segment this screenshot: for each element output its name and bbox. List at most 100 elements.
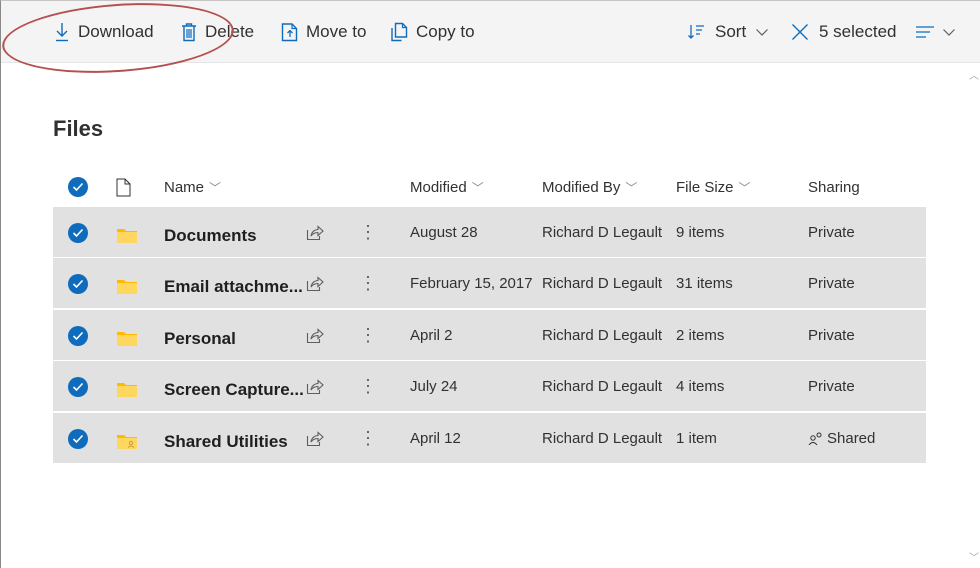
row-checkbox[interactable]	[68, 258, 88, 309]
column-header-name[interactable]: Name ﹀	[164, 176, 221, 198]
file-size: 2 items	[676, 327, 725, 344]
checkmark-icon	[68, 325, 88, 346]
row-checkbox[interactable]	[68, 361, 88, 412]
share-icon[interactable]	[306, 258, 324, 309]
modified-by: Richard D Legault	[542, 327, 663, 344]
column-modified-label: Modified	[410, 178, 467, 196]
modified-by: Richard D Legault	[542, 430, 663, 447]
column-header-modified-by[interactable]: Modified By ﹀	[542, 176, 637, 198]
scroll-up-arrow-icon[interactable]: ︿	[969, 67, 979, 82]
sharing-label: Private	[808, 378, 855, 395]
column-sharing-label: Sharing	[808, 178, 860, 196]
folder-icon	[116, 260, 138, 311]
more-options-icon[interactable]: ⋮	[359, 413, 377, 464]
more-options-icon[interactable]: ⋮	[359, 310, 377, 361]
chevron-down-icon	[943, 29, 955, 36]
sort-label: Sort	[715, 22, 747, 41]
file-size: 1 item	[676, 430, 717, 447]
checkmark-icon	[68, 376, 88, 397]
checkmark-icon	[68, 222, 88, 243]
modified-date: April 12	[410, 430, 461, 447]
share-icon[interactable]	[306, 207, 324, 258]
modified-by: Richard D Legault	[542, 378, 663, 395]
modified-date: April 2	[410, 327, 453, 344]
table-row[interactable]: Screen Capture... ⋮ July 24 Richard D Legau…	[53, 361, 926, 412]
sharing-label: Private	[808, 275, 855, 292]
clear-selection-button[interactable]: 5 selected	[791, 1, 897, 63]
table-row[interactable]: Shared Utilities ⋮ April 12 Richard D Legau…	[53, 413, 926, 464]
sharing-label: Private	[808, 327, 855, 344]
chevron-down-icon: ﹀	[625, 180, 638, 195]
select-all-checkbox[interactable]	[68, 176, 88, 198]
shared-folder-icon	[116, 415, 138, 466]
move-to-label: Move to	[306, 22, 367, 41]
file-size: 4 items	[676, 378, 725, 395]
column-header-sharing[interactable]: Sharing	[808, 176, 860, 198]
more-options-icon[interactable]: ⋮	[359, 258, 377, 309]
row-checkbox[interactable]	[68, 310, 88, 361]
modified-by: Richard D Legault	[542, 224, 663, 241]
modified-date: July 24	[410, 378, 458, 395]
row-checkbox[interactable]	[68, 207, 88, 258]
table-row[interactable]: Documents ⋮ August 28 Richard D Legault 9 it…	[53, 207, 926, 258]
share-icon[interactable]	[306, 361, 324, 412]
download-button[interactable]: Download	[54, 1, 154, 63]
people-icon	[808, 432, 822, 445]
file-name[interactable]: Email attachme...	[164, 261, 303, 312]
file-name[interactable]: Documents	[164, 210, 257, 261]
selected-count: 5 selected	[819, 22, 897, 41]
more-options-icon[interactable]: ⋮	[359, 207, 377, 258]
table-row[interactable]: Personal ⋮ April 2 Richard D Legault 2 items…	[53, 310, 926, 361]
document-icon	[116, 178, 131, 196]
folder-icon	[116, 363, 138, 414]
scroll-down-arrow-icon[interactable]: ﹀	[969, 549, 979, 564]
folder-icon	[116, 312, 138, 363]
share-icon[interactable]	[306, 413, 324, 464]
copy-to-button[interactable]: Copy to	[390, 1, 475, 63]
checkmark-icon	[68, 273, 88, 294]
chevron-down-icon: ﹀	[471, 180, 484, 195]
chevron-down-icon: ﹀	[738, 180, 751, 195]
command-bar: Download Delete Move to Copy to Sort 5 s…	[1, 1, 980, 63]
modified-date: February 15, 2017	[410, 275, 533, 292]
copy-to-icon	[391, 22, 408, 42]
sharing-status: Shared	[808, 413, 875, 464]
file-name[interactable]: Shared Utilities	[164, 416, 288, 467]
sort-icon	[688, 25, 704, 39]
sharing-label: Private	[808, 224, 855, 241]
checkmark-icon	[68, 428, 88, 449]
view-options-icon	[916, 26, 934, 38]
chevron-down-icon: ﹀	[209, 180, 222, 195]
move-to-icon	[281, 23, 298, 42]
copy-to-label: Copy to	[416, 22, 475, 41]
delete-label: Delete	[205, 22, 255, 41]
scrollbar[interactable]: ︿ ﹀	[967, 63, 980, 568]
modified-date: August 28	[410, 224, 478, 241]
chevron-down-icon	[756, 29, 769, 36]
sharing-status: Private	[808, 361, 855, 412]
file-name[interactable]: Screen Capture...	[164, 364, 304, 415]
file-type-header[interactable]	[116, 176, 131, 198]
row-checkbox[interactable]	[68, 413, 88, 464]
delete-button[interactable]: Delete	[181, 1, 254, 63]
download-label: Download	[78, 22, 154, 41]
modified-by: Richard D Legault	[542, 275, 663, 292]
sharing-status: Private	[808, 310, 855, 361]
trash-icon	[182, 23, 196, 42]
column-header-file-size[interactable]: File Size ﹀	[676, 176, 751, 198]
more-options-icon[interactable]: ⋮	[359, 361, 377, 412]
column-header-modified[interactable]: Modified ﹀	[410, 176, 484, 198]
view-options-button[interactable]	[915, 1, 956, 63]
column-name-label: Name	[164, 178, 205, 196]
share-icon[interactable]	[306, 310, 324, 361]
page-title: Files	[53, 116, 104, 141]
move-to-button[interactable]: Move to	[281, 1, 366, 63]
file-size: 9 items	[676, 224, 725, 241]
sharing-label: Shared	[827, 430, 876, 447]
sharing-status: Private	[808, 258, 855, 309]
table-row[interactable]: Email attachme... ⋮ February 15, 2017 Richa…	[53, 258, 926, 309]
sort-button[interactable]: Sort	[687, 1, 769, 63]
column-modified-by-label: Modified By	[542, 178, 621, 196]
file-name[interactable]: Personal	[164, 313, 236, 364]
column-file-size-label: File Size	[676, 178, 734, 196]
